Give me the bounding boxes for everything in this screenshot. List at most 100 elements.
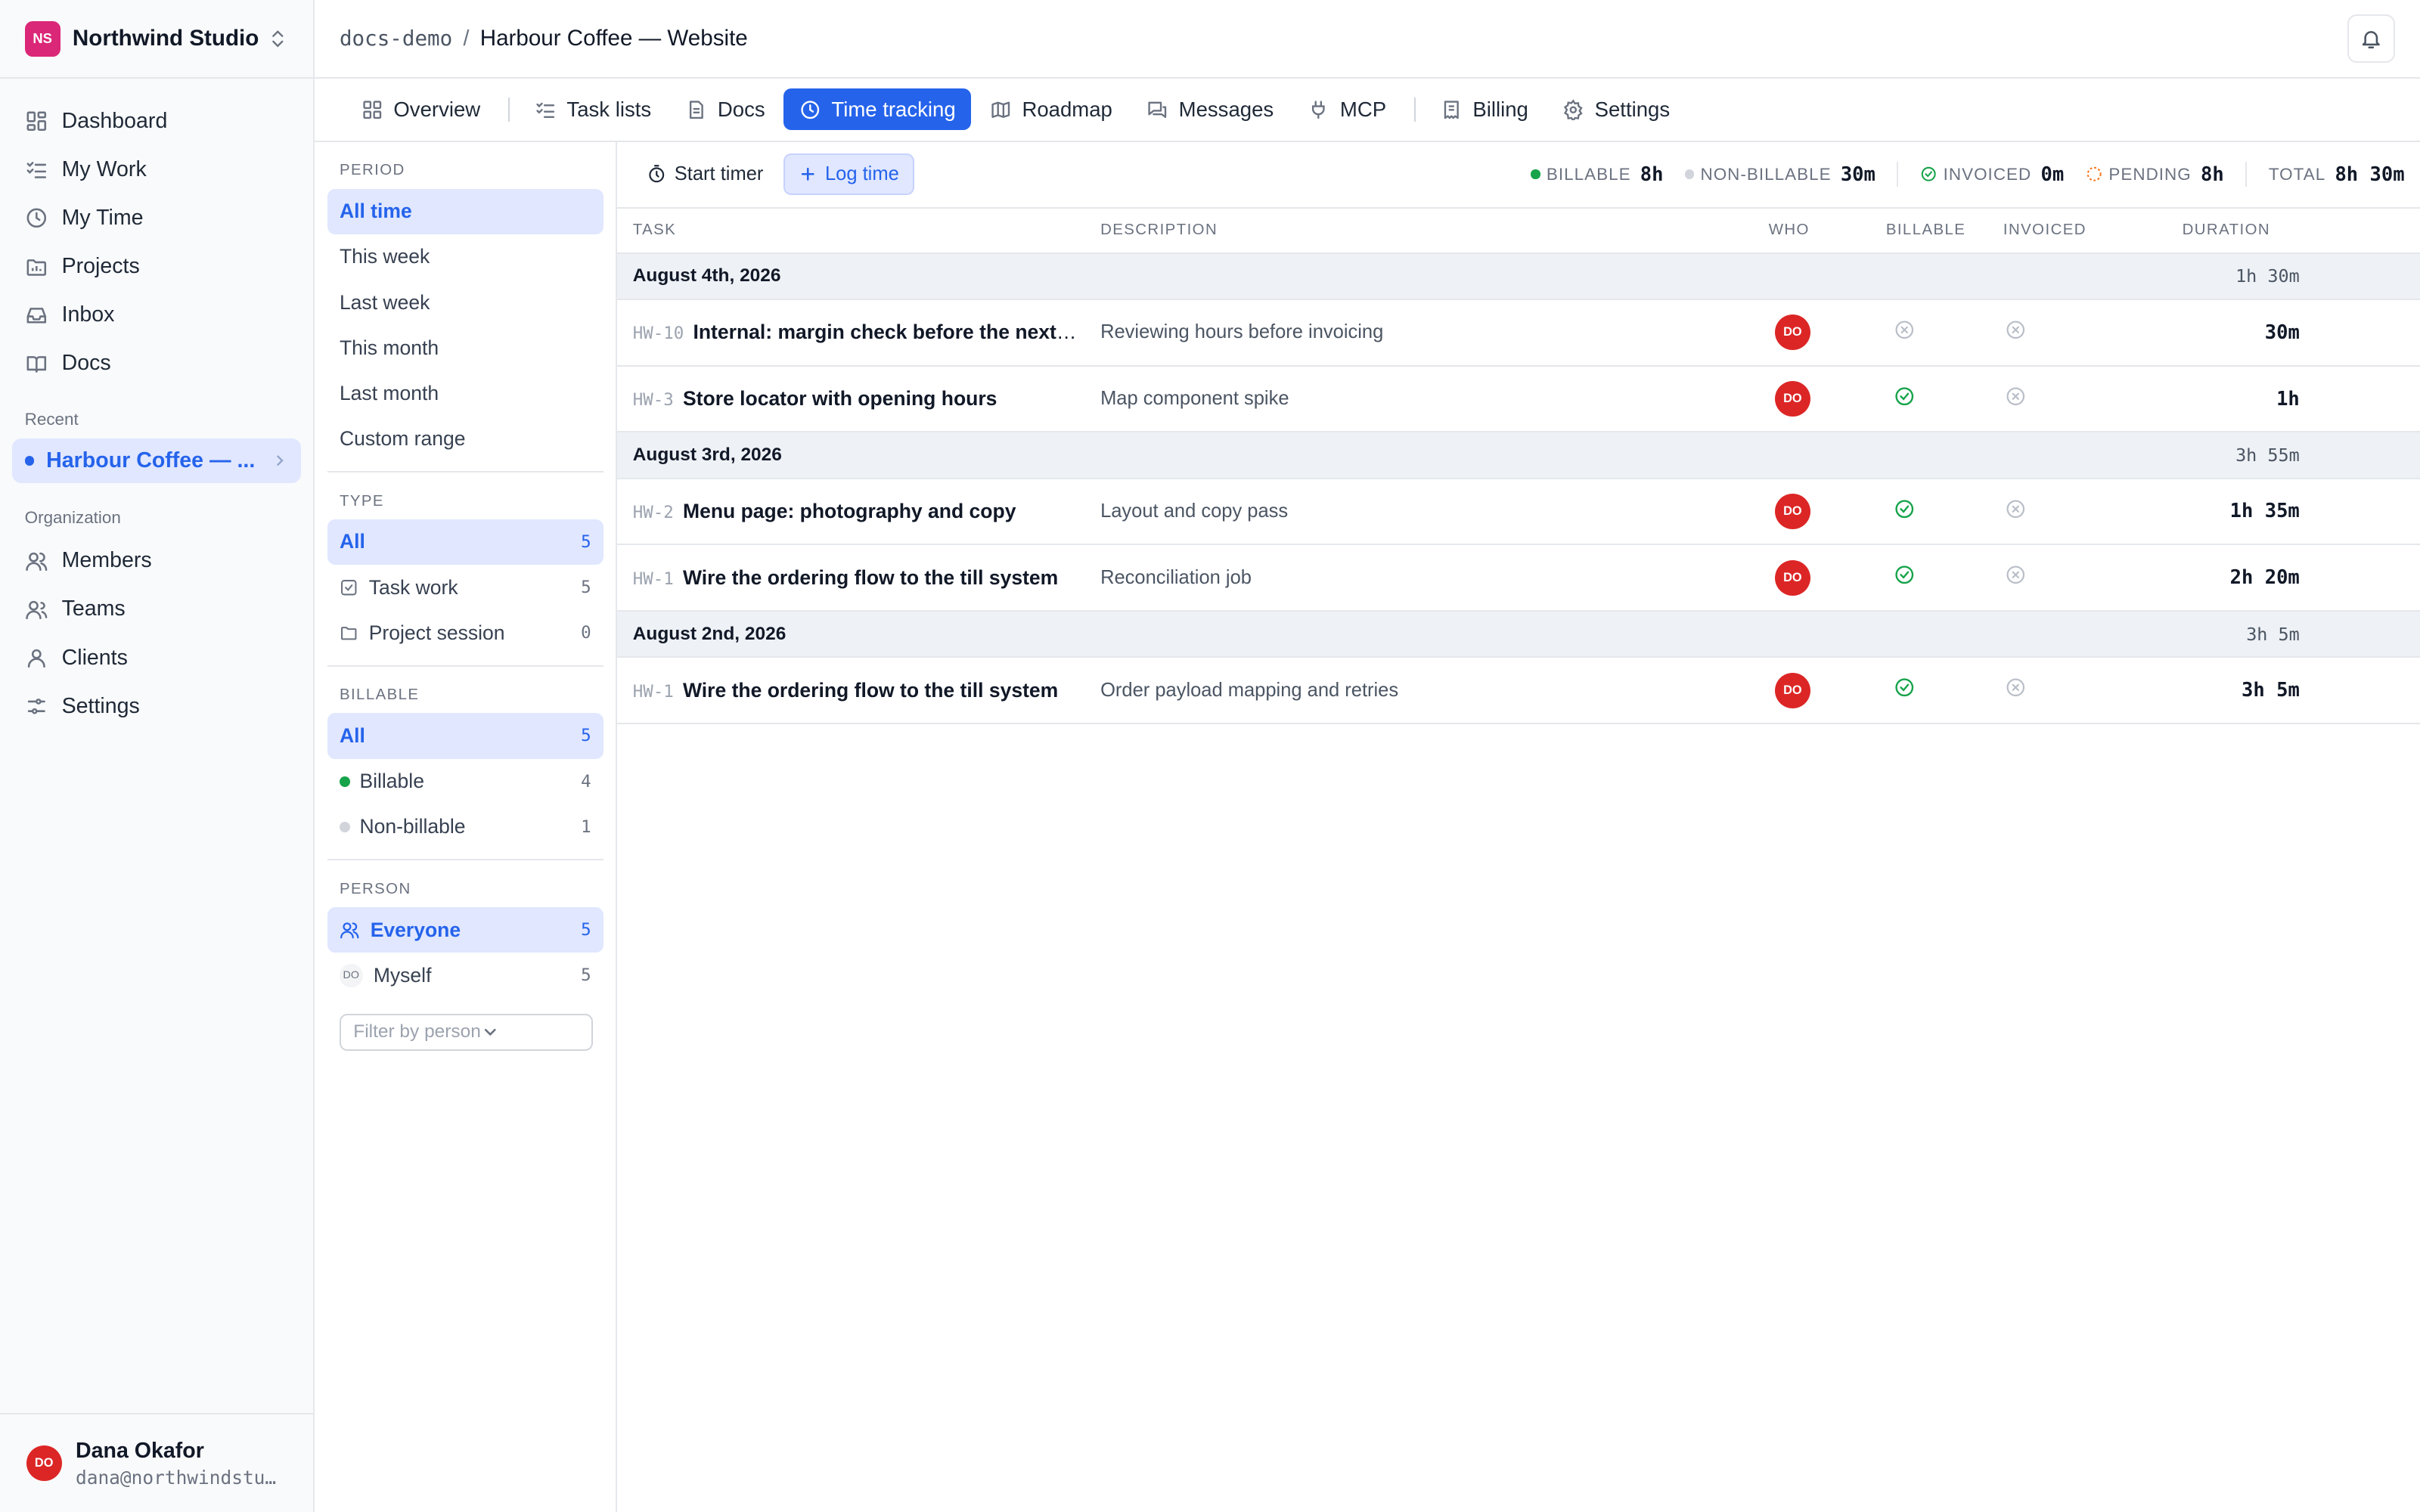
book-icon: [25, 352, 62, 376]
billable-cell[interactable]: [1885, 478, 2003, 546]
nav-settings[interactable]: Settings: [12, 682, 301, 730]
duration-cell: 1h 35m: [2182, 478, 2420, 546]
period-custom-range[interactable]: Custom range: [327, 417, 603, 462]
who-cell: DO: [1768, 365, 1886, 433]
nav-inbox[interactable]: Inbox: [12, 291, 301, 339]
table-row[interactable]: HW-3 Store locator with opening hours Map…: [617, 365, 2420, 433]
period-this-month[interactable]: This month: [327, 325, 603, 370]
invoiced-cell[interactable]: [2003, 478, 2183, 546]
billable-cell[interactable]: [1885, 299, 2003, 367]
stat-value: 8h: [2200, 163, 2224, 186]
check-circle-icon: [1894, 386, 1916, 407]
task-cell[interactable]: HW-3 Store locator with opening hours: [617, 365, 1101, 433]
x-circle-icon: [2005, 498, 2027, 520]
nav-dashboard[interactable]: Dashboard: [12, 98, 301, 146]
stopwatch-icon: [647, 164, 675, 184]
start-timer-button[interactable]: Start timer: [633, 153, 777, 195]
stat-label: TOTAL: [2268, 164, 2326, 184]
map-icon: [990, 99, 1022, 121]
column-task[interactable]: TASK: [617, 208, 1101, 254]
workspace-switcher[interactable]: NS Northwind Studio: [0, 0, 314, 79]
tab-mcp[interactable]: MCP: [1292, 88, 1402, 130]
nav-clients[interactable]: Clients: [12, 634, 301, 682]
recent-project-link[interactable]: Harbour Coffee — ...: [12, 438, 301, 483]
tab-task-lists[interactable]: Task lists: [519, 88, 666, 130]
group-total: 3h 55m: [2182, 432, 2420, 479]
invoiced-cell[interactable]: [2003, 365, 2183, 433]
table-row[interactable]: HW-2 Menu page: photography and copy Layo…: [617, 478, 2420, 546]
folder-icon: [340, 624, 369, 642]
billable-billable[interactable]: Billable 4: [327, 759, 603, 804]
invoiced-cell[interactable]: [2003, 544, 2183, 612]
non-billable-dot: [339, 821, 351, 832]
type-all[interactable]: All 5: [327, 519, 603, 565]
period-all-time[interactable]: All time: [327, 188, 603, 234]
tab-label: MCP: [1339, 97, 1387, 121]
notifications-button[interactable]: [2347, 14, 2396, 63]
column-duration[interactable]: DURATION: [2182, 208, 2420, 254]
group-date: August 2nd, 2026: [617, 611, 2183, 658]
tab-settings[interactable]: Settings: [1547, 88, 1685, 130]
tab-label: Settings: [1594, 97, 1671, 121]
tab-billing[interactable]: Billing: [1425, 88, 1544, 130]
table-row[interactable]: HW-1 Wire the ordering flow to the till s…: [617, 657, 2420, 725]
task-cell[interactable]: HW-2 Menu page: photography and copy: [617, 478, 1101, 546]
billable-cell[interactable]: [1885, 365, 2003, 433]
period-this-week[interactable]: This week: [327, 234, 603, 280]
users-icon: [25, 550, 62, 573]
invoiced-cell[interactable]: [2003, 299, 2183, 367]
tab-roadmap[interactable]: Roadmap: [974, 88, 1128, 130]
period-last-week[interactable]: Last week: [327, 280, 603, 325]
task-name: Wire the ordering flow to the till syste…: [682, 678, 1059, 702]
column-who[interactable]: WHO: [1768, 208, 1886, 254]
billable-non-billable[interactable]: Non-billable 1: [327, 804, 603, 850]
type-task-work[interactable]: Task work 5: [327, 565, 603, 610]
billable-cell[interactable]: [1885, 544, 2003, 612]
tab-docs[interactable]: Docs: [670, 88, 780, 130]
nav-label: Docs: [61, 351, 111, 376]
table-body: August 4th, 2026 1h 30m HW-10 Internal: m…: [617, 253, 2420, 725]
billable-cell[interactable]: [1885, 657, 2003, 725]
person-myself[interactable]: DO Myself 5: [327, 953, 603, 998]
nav-teams[interactable]: Teams: [12, 585, 301, 634]
task-cell[interactable]: HW-1 Wire the ordering flow to the till s…: [617, 657, 1101, 725]
tab-label: Overview: [393, 97, 481, 121]
invoiced-cell[interactable]: [2003, 657, 2183, 725]
tab-overview[interactable]: Overview: [346, 88, 495, 130]
user-info: Dana Okafor dana@northwindstud…: [76, 1439, 286, 1489]
column-billable[interactable]: BILLABLE: [1885, 208, 2003, 254]
task-cell[interactable]: HW-10 Internal: margin check before the n…: [617, 299, 1101, 367]
nav-my-work[interactable]: My Work: [12, 146, 301, 194]
billable-all[interactable]: All 5: [327, 713, 603, 759]
table-row[interactable]: HW-1 Wire the ordering flow to the till s…: [617, 544, 2420, 612]
person-everyone[interactable]: Everyone 5: [327, 906, 603, 953]
stat-label: NON-BILLABLE: [1700, 164, 1832, 184]
time-toolbar: Start timer Log time BILLABLE 8h NON-BIL…: [617, 142, 2420, 209]
filter-count: 5: [581, 920, 591, 940]
table-row[interactable]: HW-10 Internal: margin check before the n…: [617, 299, 2420, 367]
task-cell[interactable]: HW-1 Wire the ordering flow to the till s…: [617, 544, 1101, 612]
nav-members[interactable]: Members: [12, 537, 301, 585]
tab-messages[interactable]: Messages: [1131, 88, 1289, 130]
breadcrumb-workspace[interactable]: docs-demo: [340, 26, 452, 51]
period-last-month[interactable]: Last month: [327, 370, 603, 416]
nav-projects[interactable]: Projects: [12, 243, 301, 291]
time-summary: BILLABLE 8h NON-BILLABLE 30m INVOICED 0m…: [1509, 162, 2405, 187]
tab-time-tracking[interactable]: Time tracking: [783, 88, 972, 131]
log-time-button[interactable]: Log time: [783, 153, 915, 196]
check-circle-icon: [1894, 498, 1916, 520]
task-name: Wire the ordering flow to the till syste…: [682, 565, 1059, 589]
column-description[interactable]: DESCRIPTION: [1100, 208, 1769, 254]
recent-heading: Recent: [24, 409, 79, 429]
task-key: HW-10: [632, 324, 684, 344]
nav-my-time[interactable]: My Time: [12, 194, 301, 243]
avatar: DO: [1774, 672, 1810, 708]
chevron-updown-icon[interactable]: [267, 28, 289, 50]
type-project-session[interactable]: Project session 0: [327, 610, 603, 655]
column-invoiced[interactable]: INVOICED: [2003, 208, 2183, 254]
filter-by-person-select[interactable]: Filter by person: [339, 1013, 593, 1051]
filter-count: 5: [581, 726, 591, 746]
user-menu[interactable]: DO Dana Okafor dana@northwindstud…: [0, 1413, 314, 1512]
org-nav: Members Teams Clients Settings: [0, 537, 313, 730]
nav-docs[interactable]: Docs: [12, 339, 301, 388]
